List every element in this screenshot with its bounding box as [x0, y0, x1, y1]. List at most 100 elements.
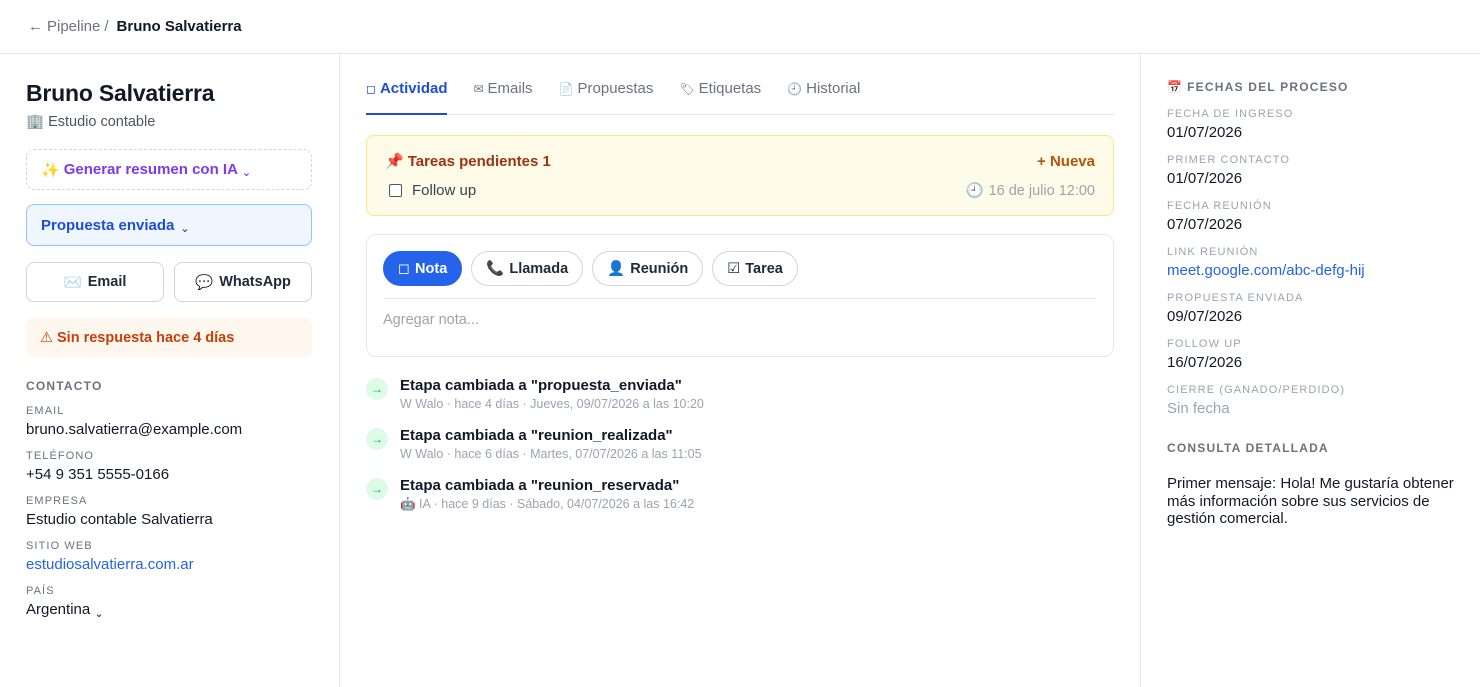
breadcrumb-parent: Pipeline — [47, 18, 101, 35]
date-value: 16/07/2026 — [1167, 354, 1243, 371]
website-label: SITIO WEB — [26, 540, 93, 552]
breadcrumb-current: Bruno Salvatierra — [116, 18, 242, 35]
date-label: PRIMER CONTACTO — [1167, 154, 1291, 166]
meeting-type-button[interactable]: 👤 Reunión — [592, 251, 704, 286]
warning-icon: ⚠ — [40, 329, 53, 346]
timeline-meta: 🤖 IA · hace 9 días · Sábado, 04/07/2026 … — [400, 497, 695, 511]
breadcrumb-separator: / — [104, 18, 109, 35]
call-type-button[interactable]: 📞 Llamada — [471, 251, 584, 286]
clock-icon: 🕘 — [787, 82, 803, 96]
task-label: Follow up — [412, 182, 477, 199]
whatsapp-button[interactable]: 💬 WhatsApp — [174, 262, 312, 302]
envelope-icon: ✉ — [473, 82, 484, 96]
document-icon: 📄 — [558, 82, 574, 96]
tab-label: Emails — [487, 80, 533, 97]
contact-panel: Bruno Salvatierra 🏢 Estudio contable ✨ G… — [0, 54, 340, 687]
activity-composer: ◻ Nota 📞 Llamada 👤 Reunión ☑ Tarea — [366, 234, 1114, 357]
checkbox-icon: ☑ — [727, 260, 741, 277]
date-value: 01/07/2026 — [1167, 170, 1243, 187]
email-button[interactable]: ✉️ Email — [26, 262, 164, 302]
tab-actividad[interactable]: ◻ Actividad — [366, 80, 448, 115]
task-type-button[interactable]: ☑ Tarea — [712, 251, 798, 286]
detailed-inquiry-text: Primer mensaje: Hola! Me gustaría obtene… — [1167, 475, 1454, 527]
process-dates-label: FECHAS DEL PROCESO — [1187, 80, 1349, 94]
activity-panel: ◻ Actividad ✉ Emails 📄 Propuestas 🏷 Etiq… — [340, 54, 1141, 687]
date-value: 09/07/2026 — [1167, 308, 1243, 325]
task-due-date: 🕘 16 de julio 12:00 — [965, 182, 1095, 200]
date-label: PROPUESTA ENVIADA — [1167, 292, 1304, 304]
date-label: FECHA DE INGRESO — [1167, 108, 1294, 120]
country-value: Argentina — [26, 601, 91, 618]
process-dates-panel: 📅 FECHAS DEL PROCESO FECHA DE INGRESO 01… — [1141, 54, 1480, 687]
new-task-button[interactable]: + Nueva — [1037, 153, 1095, 170]
date-value: Sin fecha — [1167, 400, 1230, 417]
speech-bubble-icon: 💬 — [195, 274, 214, 291]
date-label: FECHA REUNIÓN — [1167, 200, 1272, 212]
company-short-label: Estudio contable — [48, 113, 156, 130]
type-label: Llamada — [509, 260, 569, 277]
breadcrumb-back-link[interactable]: ← Pipeline — [28, 18, 100, 35]
phone-icon: 📞 — [486, 261, 505, 277]
website-link[interactable]: estudiosalvatierra.com.ar — [26, 556, 312, 573]
ai-summary-label: Generar resumen con IA — [63, 161, 238, 178]
timeline-meta: W Walo · hace 4 días · Jueves, 09/07/202… — [400, 397, 704, 411]
arrow-right-icon: → — [366, 478, 388, 500]
pushpin-icon: 📌 — [385, 153, 404, 170]
date-value: 01/07/2026 — [1167, 124, 1243, 141]
date-label: CIERRE (GANADO/PERDIDO) — [1167, 384, 1346, 396]
warning-text: Sin respuesta hace 4 días — [57, 329, 235, 346]
pending-tasks-title: 📌 Tareas pendientes 1 — [385, 152, 551, 171]
tab-etiquetas[interactable]: 🏷 Etiquetas — [679, 80, 761, 115]
chevron-down-icon: ⌄ — [180, 222, 190, 235]
phone-label: TELÉFONO — [26, 450, 95, 462]
pending-tasks-label: Tareas pendientes 1 — [407, 152, 551, 170]
person-icon: 👤 — [607, 261, 626, 277]
timeline-item: → Etapa cambiada a "reunion_realizada" W… — [366, 427, 1114, 461]
stage-select[interactable]: Propuesta enviada ⌄ — [26, 204, 312, 246]
contact-name: Bruno Salvatierra — [26, 80, 215, 106]
whatsapp-button-label: WhatsApp — [219, 274, 291, 290]
country-label: PAÍS — [26, 585, 55, 597]
activity-type-selector: ◻ Nota 📞 Llamada 👤 Reunión ☑ Tarea — [383, 251, 1097, 299]
note-type-button[interactable]: ◻ Nota — [383, 251, 463, 286]
task-item: Follow up 🕘 16 de julio 12:00 — [385, 182, 1095, 199]
meeting-link[interactable]: meet.google.com/abc-defg-hij — [1167, 262, 1454, 279]
arrow-left-icon: ← — [28, 18, 43, 35]
note-input[interactable] — [383, 312, 1097, 328]
contact-company-subtitle: 🏢 Estudio contable — [26, 113, 312, 131]
tab-historial[interactable]: 🕘 Historial — [787, 80, 860, 115]
email-label: EMAIL — [26, 405, 65, 417]
email-button-label: Email — [87, 274, 127, 290]
tab-emails[interactable]: ✉ Emails — [473, 80, 532, 115]
envelope-icon: ✉️ — [63, 274, 82, 291]
ai-summary-button[interactable]: ✨ Generar resumen con IA ⌄ — [26, 149, 312, 190]
arrow-right-icon: → — [366, 378, 388, 400]
email-value: bruno.salvatierra@example.com — [26, 421, 243, 438]
company-value: Estudio contable Salvatierra — [26, 511, 213, 528]
date-value: 07/07/2026 — [1167, 216, 1243, 233]
country-select[interactable]: Argentina ⌄ — [26, 601, 312, 620]
type-label: Reunión — [630, 260, 689, 277]
timeline-title: Etapa cambiada a "propuesta_enviada" — [400, 377, 682, 394]
process-dates-title: 📅 FECHAS DEL PROCESO — [1167, 80, 1454, 94]
chevron-down-icon: ⌄ — [94, 608, 104, 620]
tab-bar: ◻ Actividad ✉ Emails 📄 Propuestas 🏷 Etiq… — [366, 54, 1114, 115]
tab-propuestas[interactable]: 📄 Propuestas — [559, 80, 654, 115]
company-label: EMPRESA — [26, 495, 88, 507]
activity-timeline: → Etapa cambiada a "propuesta_enviada" W… — [366, 377, 1114, 512]
tab-label: Historial — [806, 80, 861, 97]
timeline-item: → Etapa cambiada a "propuesta_enviada" W… — [366, 377, 1114, 411]
stage-select-value: Propuesta enviada — [41, 216, 175, 234]
square-icon: ◻ — [366, 82, 376, 96]
sparkles-icon: ✨ — [41, 161, 60, 179]
task-checkbox[interactable] — [389, 184, 402, 197]
no-response-warning: ⚠ Sin respuesta hace 4 días — [26, 318, 312, 357]
contact-section-title: CONTACTO — [26, 379, 103, 393]
timeline-meta: W Walo · hace 6 días · Martes, 07/07/202… — [400, 447, 702, 461]
clock-icon: 🕘 — [965, 183, 984, 199]
tag-icon: 🏷 — [679, 82, 695, 96]
square-icon: ◻ — [398, 260, 411, 277]
timeline-title: Etapa cambiada a "reunion_realizada" — [400, 427, 673, 444]
detailed-inquiry-title: CONSULTA DETALLADA — [1167, 441, 1329, 455]
phone-value: +54 9 351 5555-0166 — [26, 466, 170, 483]
